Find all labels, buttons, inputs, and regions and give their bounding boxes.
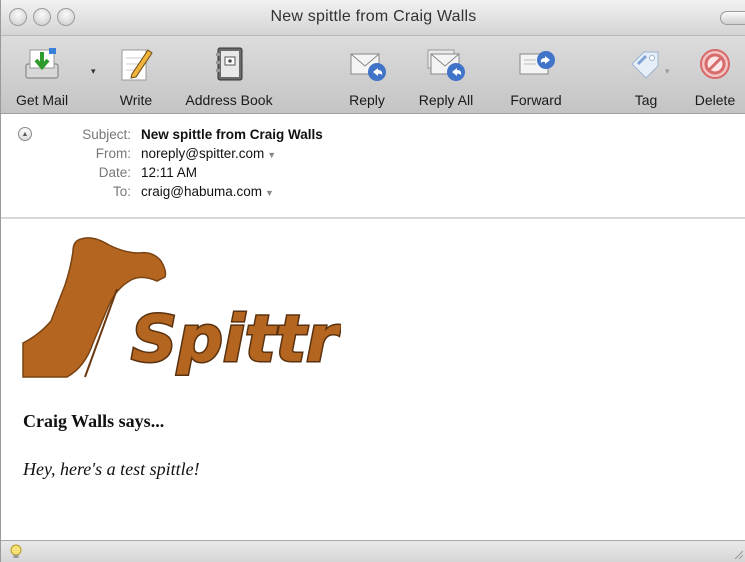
write-button[interactable]: Write [109,36,163,114]
to-row: To: craig@habuma.com ▼ [1,184,274,202]
resize-grip-icon[interactable] [733,547,743,559]
author-says: Craig Walls says... [23,411,165,431]
tag-dropdown-icon[interactable]: ▾ [665,66,670,77]
reply-all-button[interactable]: Reply All [407,36,485,114]
from-dropdown-icon[interactable]: ▼ [267,150,276,160]
from-value[interactable]: noreply@spitter.com ▼ [141,146,276,164]
address-book-button[interactable]: Address Book [173,36,285,114]
delete-label: Delete [694,92,736,108]
date-row: Date: 12:11 AM [1,165,197,183]
from-label: From: [95,146,131,161]
from-address[interactable]: noreply@spitter.com [141,146,264,161]
reply-all-icon [424,42,468,86]
spittle-text: Hey, here's a test spittle! [23,459,200,479]
reply-label: Reply [349,92,385,108]
subject-row: Subject: New spittle from Craig Walls [1,127,323,145]
delete-icon [693,42,737,86]
tag-label: Tag [634,92,658,108]
reply-button[interactable]: Reply [339,36,395,114]
date-label: Date: [98,165,131,180]
get-mail-label: Get Mail [15,92,69,108]
to-address[interactable]: craig@habuma.com [141,184,262,199]
write-label: Write [119,92,153,108]
address-book-label: Address Book [185,92,273,108]
toolbar-toggle-button[interactable] [720,11,745,25]
subject-label: Subject: [82,127,131,142]
reply-icon [345,42,389,86]
reply-all-label: Reply All [418,92,474,108]
tag-icon [624,42,668,86]
inbox-download-icon [20,42,64,86]
lightbulb-icon [10,544,22,558]
forward-label: Forward [510,92,562,108]
toolbar: Get Mail ▾ Write Address Book Reply Repl… [1,36,745,114]
window-title: New spittle from Craig Walls [270,8,477,25]
message-header: ▲ Subject: New spittle from Craig Walls … [1,115,745,219]
title-bar: New spittle from Craig Walls [1,0,745,36]
to-dropdown-icon[interactable]: ▼ [265,188,274,198]
from-row: From: noreply@spitter.com ▼ [1,146,276,164]
to-value[interactable]: craig@habuma.com ▼ [141,184,274,202]
address-book-icon [207,42,251,86]
to-label: To: [112,184,131,199]
message-body: Spittr Craig Walls says... Hey, here's a… [1,221,745,540]
subject-value: New spittle from Craig Walls [141,127,323,142]
date-value: 12:11 AM [141,165,198,180]
get-mail-dropdown-icon[interactable]: ▾ [91,66,96,77]
delete-button[interactable]: Delete [687,36,743,114]
tag-button[interactable]: Tag [621,36,671,114]
spittr-logo-text: Spittr [131,303,341,377]
mail-window: New spittle from Craig Walls Get Mail ▾ [0,0,745,562]
get-mail-button[interactable]: Get Mail [5,36,79,114]
forward-icon [514,42,558,86]
pencil-icon [114,42,158,86]
spittr-logo: Spittr [22,237,341,379]
forward-button[interactable]: Forward [497,36,575,114]
status-bar [1,540,745,562]
